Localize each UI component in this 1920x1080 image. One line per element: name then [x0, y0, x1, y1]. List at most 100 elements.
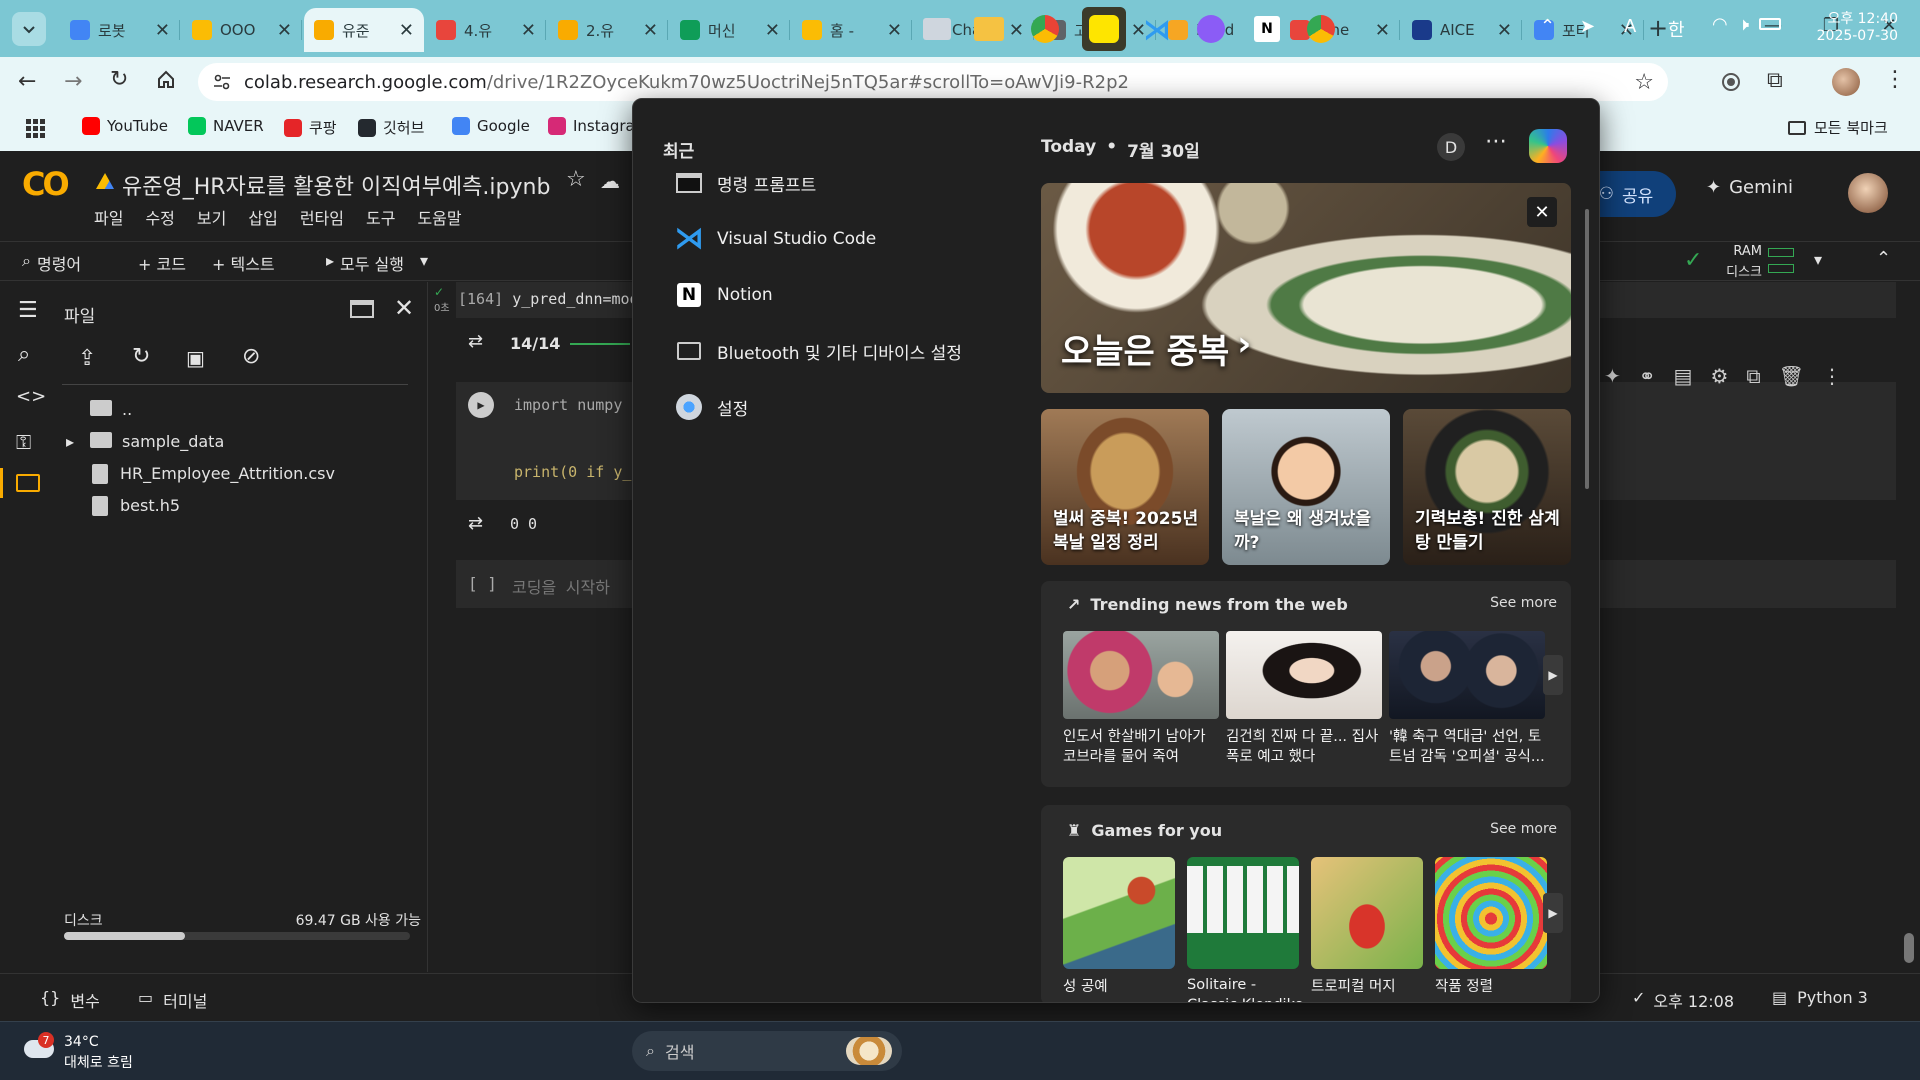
github-icon[interactable] [1194, 12, 1228, 46]
bookmark-star-icon[interactable]: ☆ [1634, 70, 1654, 95]
recent-app-item[interactable]: 명령 프롬프트 [675, 169, 816, 197]
weather-widget[interactable]: 7 34°C 대체로 흐림 [20, 1032, 170, 1072]
toc-icon[interactable]: ☰ [18, 298, 38, 323]
see-more-link[interactable]: See more [1490, 595, 1557, 611]
tab-close-icon[interactable]: ✕ [521, 20, 536, 41]
menu-item[interactable]: 런타임 [300, 205, 344, 229]
more-icon[interactable]: ⋮ [1822, 364, 1842, 388]
menu-item[interactable]: 파일 [94, 205, 123, 229]
delete-icon[interactable]: 🗑 [1779, 364, 1804, 388]
news-thumbnail[interactable] [1389, 631, 1545, 719]
collapse-header-button[interactable]: ⌃ [1876, 248, 1891, 269]
news-thumbnail[interactable] [1226, 631, 1382, 719]
taskbar-search[interactable]: ⌕ 검색 [632, 1031, 902, 1071]
gemini-sparkle-icon[interactable]: ✦ [1604, 364, 1621, 388]
notebook-title[interactable]: 유준영_HR자료를 활용한 이직여부예측.ipynb [122, 169, 550, 201]
game-thumbnail[interactable] [1311, 857, 1423, 969]
address-bar[interactable]: colab.research.google.com/drive/1R2ZOyce… [198, 63, 1668, 101]
ime-mode-a[interactable]: A [1624, 16, 1636, 37]
notion-icon[interactable]: N [1250, 12, 1284, 46]
open-in-window-icon[interactable] [350, 300, 374, 318]
clock-date[interactable]: 2025-07-30 [1806, 28, 1898, 44]
cloud-icon[interactable]: ☁ [600, 169, 620, 193]
task-view-icon[interactable] [920, 12, 954, 46]
all-bookmarks-folder[interactable]: 모든 북마크 [1788, 117, 1888, 138]
files-folder-icon[interactable] [16, 474, 40, 492]
variables-button[interactable]: {} 변수 [40, 988, 100, 1012]
close-panel-icon[interactable]: ✕ [394, 294, 414, 322]
forward-button[interactable]: → [64, 69, 82, 94]
news-headline[interactable]: 김건희 진짜 다 끝... 집사 폭로 예고 했다 [1226, 727, 1386, 767]
home-button[interactable] [156, 69, 176, 89]
news-headline[interactable]: '韓 축구 역대급' 선언, 토트넘 감독 '오피셜' 공식... [1389, 727, 1549, 767]
secrets-key-icon[interactable]: ⚿ [16, 430, 31, 454]
hide-files-icon[interactable]: ⊘ [242, 344, 260, 369]
tab-close-icon[interactable]: ✕ [1009, 20, 1024, 41]
tab-close-icon[interactable]: ✕ [399, 20, 414, 41]
menu-item[interactable]: 수정 [145, 205, 174, 229]
scrollbar-thumb[interactable] [1904, 933, 1914, 963]
news-next-button[interactable]: ▶ [1543, 655, 1563, 695]
tab-close-icon[interactable]: ✕ [1375, 20, 1390, 41]
recent-app-item[interactable]: Bluetooth 및 기타 디바이스 설정 [675, 337, 962, 365]
tab-close-icon[interactable]: ✕ [887, 20, 902, 41]
record-extension-icon[interactable] [1722, 73, 1740, 91]
mount-drive-icon[interactable]: ▣ [186, 346, 205, 370]
story-card[interactable]: 기력보충! 진한 삼계탕 만들기 [1403, 409, 1571, 565]
apps-grid-icon[interactable] [26, 119, 45, 138]
tab-search-button[interactable] [12, 12, 46, 46]
story-card[interactable]: 복날은 왜 생겨났을까? [1222, 409, 1390, 565]
browser-tab[interactable]: 로봇 ✕ [60, 8, 180, 52]
tab-close-icon[interactable]: ✕ [155, 20, 170, 41]
runtime-status[interactable]: ▤ Python 3 [1772, 988, 1868, 1007]
add-code-button[interactable]: + 코드 [138, 251, 186, 275]
tab-close-icon[interactable]: ✕ [277, 20, 292, 41]
game-thumbnail[interactable] [1063, 857, 1175, 969]
recent-app-item[interactable]: 설정 [675, 393, 748, 421]
tab-close-icon[interactable]: ✕ [1497, 20, 1512, 41]
command-palette-button[interactable]: ⌕ 명령어 [22, 251, 81, 275]
link-icon[interactable]: ⚭ [1639, 364, 1656, 388]
menu-item[interactable]: 도움말 [417, 205, 461, 229]
game-title[interactable]: 작품 정렬 [1435, 975, 1555, 996]
refresh-icon[interactable]: ↻ [132, 344, 150, 369]
browser-tab[interactable]: 유준 ✕ [304, 8, 424, 52]
hero-close-button[interactable]: ✕ [1527, 197, 1557, 227]
run-cell-button[interactable]: ▶ [468, 392, 494, 418]
new-tab-button[interactable]: + [1648, 14, 1668, 42]
colab-logo[interactable]: CO [22, 165, 70, 203]
file-row-parent[interactable]: .. [90, 400, 132, 419]
bookmark-item[interactable]: 쿠팡 [284, 117, 337, 138]
user-avatar[interactable] [1848, 173, 1888, 213]
games-next-button[interactable]: ▶ [1543, 893, 1563, 933]
hero-card[interactable]: ✕ 오늘은 중복 › [1041, 183, 1571, 393]
game-title[interactable]: Solitaire - Classic Klondike [1187, 975, 1307, 1002]
browser-tab[interactable]: OOO ✕ [182, 8, 302, 52]
copilot-icon[interactable] [1529, 129, 1567, 163]
extensions-icon[interactable]: ⧉ [1767, 68, 1783, 93]
resources-dropdown[interactable]: ▾ [1814, 250, 1822, 269]
news-thumbnail[interactable] [1063, 631, 1219, 719]
code-snippets-icon[interactable]: <> [16, 386, 46, 407]
game-title[interactable]: 성 공예 [1063, 975, 1183, 996]
game-thumbnail[interactable] [1187, 857, 1299, 969]
bookmark-item[interactable]: NAVER [188, 117, 264, 135]
mirror-cell-icon[interactable]: ⧉ [1746, 364, 1760, 388]
menu-item[interactable]: 도구 [366, 205, 395, 229]
back-button[interactable]: ← [18, 69, 36, 94]
settings-icon[interactable]: ⚙ [1710, 364, 1728, 388]
recent-app-item[interactable]: ⋊ Visual Studio Code [674, 224, 876, 254]
tab-close-icon[interactable]: ✕ [643, 20, 658, 41]
clock-time[interactable]: 오후 12:40 [1818, 8, 1898, 28]
widget-scrollbar[interactable] [1585, 209, 1589, 489]
browser-menu-icon[interactable]: ⋮ [1884, 67, 1906, 92]
browser-tab[interactable]: 홈 - ✕ [792, 8, 912, 52]
hero-caption[interactable]: 오늘은 중복 › [1061, 324, 1251, 373]
output-toggle-icon[interactable]: ⇄ [468, 331, 483, 352]
find-icon[interactable]: ⌕ [18, 342, 30, 367]
story-card[interactable]: 벌써 중복! 2025년 복날 일정 정리 [1041, 409, 1209, 565]
run-all-button[interactable]: ▸ 모두 실행 ▾ [326, 251, 428, 275]
upload-icon[interactable]: ⇪ [78, 346, 96, 371]
browser-tab[interactable]: 머신 ✕ [670, 8, 790, 52]
tab-close-icon[interactable]: ✕ [765, 20, 780, 41]
